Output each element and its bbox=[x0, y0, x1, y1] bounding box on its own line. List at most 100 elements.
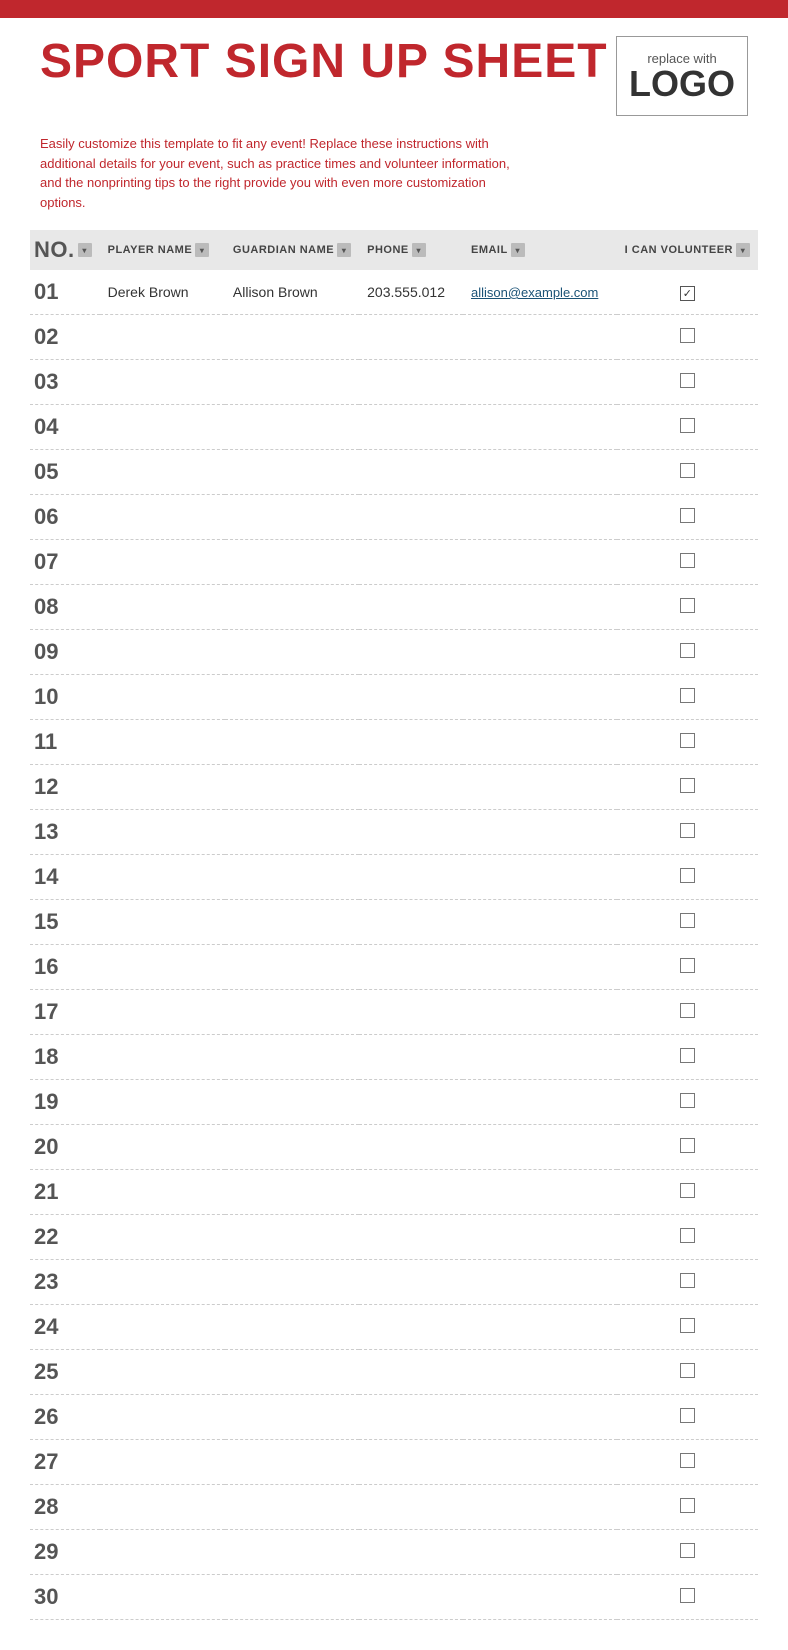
table-row: 29 bbox=[30, 1530, 758, 1575]
cell-guardian-name bbox=[225, 1260, 359, 1305]
cell-volunteer[interactable] bbox=[617, 720, 758, 765]
cell-email bbox=[463, 1440, 617, 1485]
checkbox-empty-icon[interactable] bbox=[680, 1453, 695, 1468]
cell-volunteer[interactable] bbox=[617, 1530, 758, 1575]
checkbox-empty-icon[interactable] bbox=[680, 643, 695, 658]
cell-volunteer[interactable] bbox=[617, 360, 758, 405]
checkbox-empty-icon[interactable] bbox=[680, 328, 695, 343]
table-row: 06 bbox=[30, 495, 758, 540]
checkbox-empty-icon[interactable] bbox=[680, 733, 695, 748]
cell-volunteer[interactable] bbox=[617, 855, 758, 900]
checkbox-empty-icon[interactable] bbox=[680, 1408, 695, 1423]
cell-volunteer[interactable] bbox=[617, 630, 758, 675]
checkbox-empty-icon[interactable] bbox=[680, 1543, 695, 1558]
table-row: 01Derek BrownAllison Brown203.555.012all… bbox=[30, 270, 758, 315]
col-header-guardian-name: GUARDIAN NAME ▾ bbox=[225, 230, 359, 270]
cell-volunteer[interactable] bbox=[617, 315, 758, 360]
cell-volunteer[interactable] bbox=[617, 945, 758, 990]
checkbox-empty-icon[interactable] bbox=[680, 463, 695, 478]
cell-volunteer[interactable] bbox=[617, 1440, 758, 1485]
checkbox-empty-icon[interactable] bbox=[680, 553, 695, 568]
cell-no: 12 bbox=[30, 765, 100, 810]
cell-volunteer[interactable] bbox=[617, 1485, 758, 1530]
checkbox-empty-icon[interactable] bbox=[680, 823, 695, 838]
cell-phone bbox=[359, 1035, 463, 1080]
signup-table: NO. ▾ PLAYER NAME ▾ GUARDIAN NAME ▾ bbox=[30, 230, 758, 1620]
checkbox-empty-icon[interactable] bbox=[680, 1318, 695, 1333]
checkbox-empty-icon[interactable] bbox=[680, 868, 695, 883]
player-name-dropdown-icon[interactable]: ▾ bbox=[195, 243, 209, 257]
cell-player-name bbox=[100, 1530, 225, 1575]
cell-no: 01 bbox=[30, 270, 100, 315]
cell-no: 09 bbox=[30, 630, 100, 675]
checkbox-empty-icon[interactable] bbox=[680, 418, 695, 433]
checkbox-empty-icon[interactable] bbox=[680, 508, 695, 523]
checkbox-empty-icon[interactable] bbox=[680, 1273, 695, 1288]
cell-volunteer[interactable] bbox=[617, 990, 758, 1035]
cell-volunteer[interactable] bbox=[617, 450, 758, 495]
table-row: 23 bbox=[30, 1260, 758, 1305]
cell-email bbox=[463, 630, 617, 675]
checkbox-empty-icon[interactable] bbox=[680, 373, 695, 388]
cell-volunteer[interactable] bbox=[617, 1260, 758, 1305]
phone-dropdown-icon[interactable]: ▾ bbox=[412, 243, 426, 257]
cell-volunteer[interactable] bbox=[617, 1305, 758, 1350]
checkbox-empty-icon[interactable] bbox=[680, 778, 695, 793]
top-bar bbox=[0, 0, 788, 18]
checkbox-empty-icon[interactable] bbox=[680, 1183, 695, 1198]
cell-email bbox=[463, 1530, 617, 1575]
cell-volunteer[interactable] bbox=[617, 1395, 758, 1440]
no-dropdown-icon[interactable]: ▾ bbox=[78, 243, 92, 257]
checkbox-empty-icon[interactable] bbox=[680, 688, 695, 703]
cell-guardian-name bbox=[225, 810, 359, 855]
email-dropdown-icon[interactable]: ▾ bbox=[511, 243, 525, 257]
cell-email bbox=[463, 855, 617, 900]
cell-volunteer[interactable] bbox=[617, 1170, 758, 1215]
cell-email bbox=[463, 1350, 617, 1395]
cell-volunteer[interactable] bbox=[617, 675, 758, 720]
cell-volunteer[interactable] bbox=[617, 405, 758, 450]
cell-player-name bbox=[100, 675, 225, 720]
checkbox-empty-icon[interactable] bbox=[680, 598, 695, 613]
checkbox-empty-icon[interactable] bbox=[680, 1588, 695, 1603]
cell-volunteer[interactable] bbox=[617, 1350, 758, 1395]
cell-player-name bbox=[100, 1395, 225, 1440]
cell-volunteer[interactable] bbox=[617, 1125, 758, 1170]
cell-volunteer[interactable] bbox=[617, 540, 758, 585]
cell-email bbox=[463, 1035, 617, 1080]
checkbox-checked-icon[interactable]: ✓ bbox=[680, 286, 695, 301]
cell-volunteer[interactable] bbox=[617, 810, 758, 855]
checkbox-empty-icon[interactable] bbox=[680, 913, 695, 928]
cell-guardian-name bbox=[225, 765, 359, 810]
cell-volunteer[interactable] bbox=[617, 1575, 758, 1620]
cell-volunteer[interactable] bbox=[617, 495, 758, 540]
checkbox-empty-icon[interactable] bbox=[680, 1228, 695, 1243]
checkbox-empty-icon[interactable] bbox=[680, 1003, 695, 1018]
checkbox-empty-icon[interactable] bbox=[680, 1498, 695, 1513]
checkbox-empty-icon[interactable] bbox=[680, 1138, 695, 1153]
cell-player-name bbox=[100, 1215, 225, 1260]
cell-email bbox=[463, 1575, 617, 1620]
email-link[interactable]: allison@example.com bbox=[471, 285, 598, 300]
checkbox-empty-icon[interactable] bbox=[680, 958, 695, 973]
page-title: SPORT SIGN UP SHEET bbox=[40, 36, 608, 89]
cell-phone bbox=[359, 360, 463, 405]
cell-volunteer[interactable]: ✓ bbox=[617, 270, 758, 315]
cell-guardian-name bbox=[225, 1485, 359, 1530]
cell-volunteer[interactable] bbox=[617, 765, 758, 810]
volunteer-dropdown-icon[interactable]: ▾ bbox=[736, 243, 750, 257]
cell-volunteer[interactable] bbox=[617, 1080, 758, 1125]
cell-volunteer[interactable] bbox=[617, 900, 758, 945]
cell-volunteer[interactable] bbox=[617, 1215, 758, 1260]
description-text: Easily customize this template to fit an… bbox=[0, 126, 560, 230]
cell-volunteer[interactable] bbox=[617, 585, 758, 630]
checkbox-empty-icon[interactable] bbox=[680, 1363, 695, 1378]
cell-player-name bbox=[100, 1170, 225, 1215]
cell-volunteer[interactable] bbox=[617, 1035, 758, 1080]
cell-player-name bbox=[100, 1485, 225, 1530]
checkbox-empty-icon[interactable] bbox=[680, 1093, 695, 1108]
table-row: 02 bbox=[30, 315, 758, 360]
guardian-name-dropdown-icon[interactable]: ▾ bbox=[337, 243, 351, 257]
cell-no: 21 bbox=[30, 1170, 100, 1215]
checkbox-empty-icon[interactable] bbox=[680, 1048, 695, 1063]
